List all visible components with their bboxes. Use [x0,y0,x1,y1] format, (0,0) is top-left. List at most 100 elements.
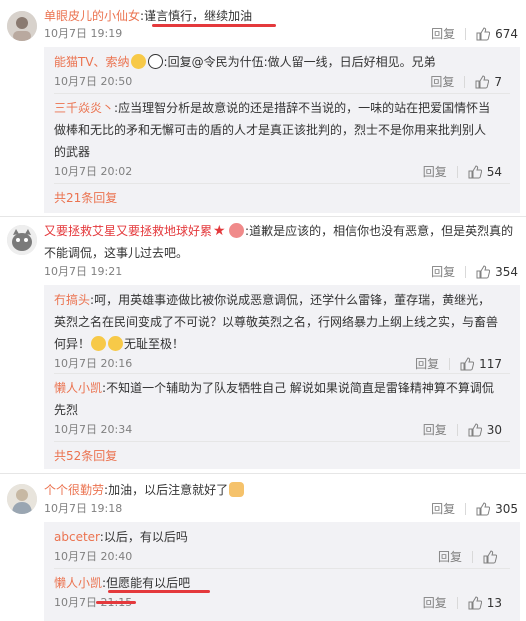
reply-meta: 10月7日 20:40 回复 [54,548,514,566]
action-divider [456,596,458,609]
reply-item: 能猫TV、索纳:回复@令民为什伍:做人留一线，日后好相见。兄弟 10月7日 20… [54,51,514,91]
reply-box: 冇搞头:呵，用英雄事迹做比被你说成恶意调侃，还学什么雷锋，董存瑞，黄继光，英烈之… [44,285,520,469]
comment-2: 又要拯救艾星又要拯救地球好累:道歉是应该的，相信你也没有恶意，但是英烈真的不能调… [0,217,526,469]
reply-username[interactable]: 冇搞头 [54,293,90,307]
reply-box: abceter:以后，有以后吗 10月7日 20:40 回复 懒人小凯:但愿能有… [44,522,520,621]
reply-actions: 回复 54 [423,163,502,180]
reply-divider [54,568,510,569]
reply-text: 回复@令民为什伍:做人留一线，日后好相见。兄弟 [167,55,436,69]
reply-text: 但愿能有以后吧 [106,576,191,590]
comment-body: 又要拯救艾星又要拯救地球好累:道歉是应该的，相信你也没有恶意，但是英烈真的不能调… [44,220,518,264]
thumb-up-icon[interactable] [476,264,491,279]
reply-time: 10月7日 20:34 [54,423,133,436]
action-divider [464,75,466,88]
reply-item: 冇搞头:呵，用英雄事迹做比被你说成恶意调侃，还学什么雷锋，董存瑞，黄继光，英烈之… [54,289,514,373]
reply-actions: 回复 [438,548,502,565]
reply-actions: 回复 30 [423,421,502,438]
reply-actions: 回复 13 [423,594,502,611]
thumb-up-icon[interactable] [468,422,482,437]
reply-text-tail: 无耻至极！ [124,337,185,351]
reply-divider [54,441,510,442]
emoji-icon [147,54,163,69]
reply-username[interactable]: abceter [54,530,100,544]
avatar[interactable] [7,11,37,41]
reply-meta: 10月7日 20:34 回复 30 [54,421,514,439]
thumb-up-icon[interactable] [460,356,475,371]
reply-divider [54,183,510,184]
reply-time: 10月7日 20:02 [54,165,133,178]
comment-time: 10月7日 19:19 [44,27,123,40]
reply-text: 以后，有以后吗 [103,530,188,544]
reply-item: abceter:以后，有以后吗 10月7日 20:40 回复 [54,526,514,566]
like-count: 674 [495,26,518,41]
star-icon [213,220,227,242]
reply-item: 三千焱炎丶:应当理智分析是故意说的还是措辞不当说的，一味的站在把爱国情怀当做棒和… [54,97,514,181]
reply-divider [54,373,510,374]
comment-username[interactable]: 单眼皮儿的小仙女 [44,9,140,23]
more-replies-link[interactable]: 共52条回复 [54,447,117,464]
comment-body: 个个很勤劳:加油，以后注意就好了 [44,479,518,501]
comment-meta: 10月7日 19:19 回复 674 [44,25,518,43]
action-divider [456,423,458,436]
reply-box: 能猫TV、索纳:回复@令民为什伍:做人留一线，日后好相见。兄弟 10月7日 20… [44,47,520,213]
avatar[interactable] [7,225,37,255]
comment-time: 10月7日 19:21 [44,265,123,278]
reply-meta: 10月7日 20:02 回复 54 [54,163,514,181]
comment-meta: 10月7日 19:18 回复 305 [44,500,518,518]
reply-actions: 回复 7 [430,73,502,90]
thumb-up-icon[interactable] [476,501,491,516]
reply-username[interactable]: 懒人小凯 [54,381,102,395]
reply-time: 10月7日 20:40 [54,550,133,563]
like-count: 305 [495,501,518,516]
action-divider [449,357,451,370]
reply-button[interactable]: 回复 [430,73,454,90]
comment-actions: 回复 354 [431,263,518,280]
reply-button[interactable]: 回复 [423,421,447,438]
thumb-up-icon[interactable] [476,26,491,41]
comment-body: 单眼皮儿的小仙女:谨言慎行，继续加油 [44,5,518,27]
comment-3: 个个很勤劳:加油，以后注意就好了 10月7日 19:18 回复 305 abce… [0,474,526,621]
like-count: 54 [486,164,502,179]
emoji-icon [108,336,124,351]
comment-meta: 10月7日 19:21 回复 354 [44,263,518,281]
reply-username[interactable]: 懒人小凯 [54,576,102,590]
reply-button[interactable]: 回复 [438,548,462,565]
comment-text: 谨言慎行，继续加油 [144,9,253,23]
like-count: 354 [495,264,518,279]
reply-button[interactable]: 回复 [431,500,455,517]
comment-1: 单眼皮儿的小仙女:谨言慎行，继续加油 10月7日 19:19 回复 674 能猫… [0,0,526,215]
emoji-icon [130,54,146,69]
action-divider [465,27,467,40]
comment-actions: 回复 305 [431,500,518,517]
reply-divider [54,93,510,94]
emoji-icon [91,336,107,351]
comment-username[interactable]: 个个很勤劳 [44,483,104,497]
reply-text: 不知道一个辅助为了队友牺牲自己 解说如果说简直是雷锋精神算不算调侃先烈 [54,381,494,417]
like-count: 13 [486,595,502,610]
reply-actions: 回复 117 [415,355,502,372]
reply-time: 10月7日 20:16 [54,357,133,370]
reply-button[interactable]: 回复 [431,263,455,280]
thumb-up-icon[interactable] [475,74,490,89]
reply-time: 10月7日 20:50 [54,75,133,88]
comment-time: 10月7日 19:18 [44,502,123,515]
action-divider [472,550,473,563]
reply-meta: 10月7日 20:16 回复 117 [54,355,514,373]
reply-button[interactable]: 回复 [415,355,439,372]
reply-button[interactable]: 回复 [431,25,455,42]
flexed-arm-icon [229,482,245,497]
reply-button[interactable]: 回复 [423,163,447,180]
like-count: 7 [494,74,502,89]
thumb-up-icon[interactable] [483,549,497,564]
like-count: 30 [486,422,502,437]
reply-username[interactable]: 三千焱炎丶 [54,101,114,115]
action-divider [465,265,467,278]
reply-button[interactable]: 回复 [423,594,447,611]
thumb-up-icon[interactable] [468,595,482,610]
reply-username[interactable]: 能猫TV、索纳 [54,55,130,69]
emoji-icon [229,223,245,238]
comment-username[interactable]: 又要拯救艾星又要拯救地球好累 [44,224,212,238]
avatar[interactable] [7,484,37,514]
thumb-up-icon[interactable] [468,164,482,179]
more-replies-link[interactable]: 共21条回复 [54,189,117,206]
